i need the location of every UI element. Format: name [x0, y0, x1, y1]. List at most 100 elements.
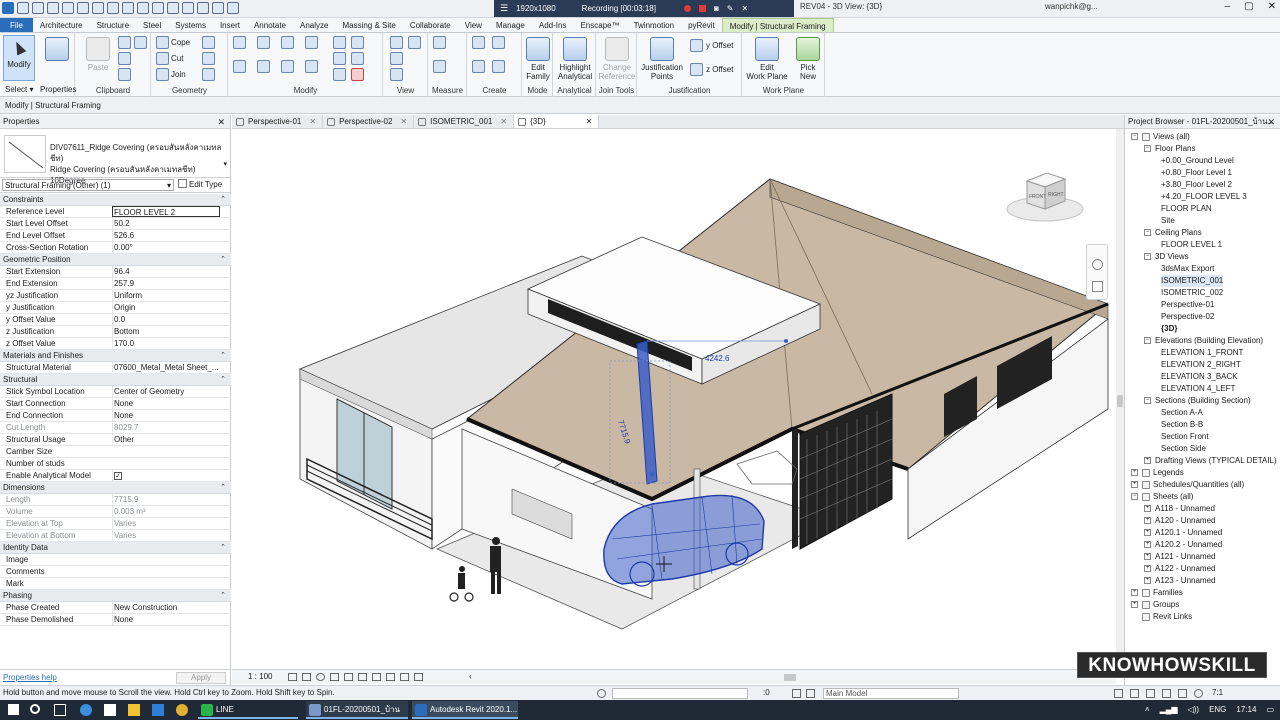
task-view-icon[interactable]: [54, 704, 66, 716]
store-icon[interactable]: [104, 704, 116, 716]
pause-record-icon[interactable]: [683, 5, 691, 12]
zoom-icon[interactable]: [1092, 281, 1103, 292]
property-value[interactable]: None: [112, 410, 220, 421]
join-geometry-icon[interactable]: [156, 68, 169, 81]
property-value[interactable]: 07600_Metal_Metal Sheet_...: [112, 362, 220, 373]
property-value[interactable]: 170.0: [112, 338, 220, 349]
collapse-icon[interactable]: ⌃: [220, 374, 226, 386]
tab-twinmotion[interactable]: Twinmotion: [627, 18, 681, 32]
tab-manage[interactable]: Manage: [489, 18, 532, 32]
tab-massing-site[interactable]: Massing & Site: [335, 18, 402, 32]
close-hidden-windows-icon[interactable]: [212, 2, 224, 14]
match-type-icon[interactable]: [118, 52, 131, 65]
browser-node-elevation-1-front[interactable]: ELEVATION 1_FRONT: [1125, 347, 1280, 359]
override-graphics-icon[interactable]: [408, 36, 421, 49]
browser-node-section-a-a[interactable]: Section A-A: [1125, 407, 1280, 419]
close-properties-icon[interactable]: ✕: [217, 115, 225, 129]
tab-file[interactable]: File: [0, 18, 33, 32]
sync-icon[interactable]: [47, 2, 59, 14]
pin-icon[interactable]: [351, 52, 364, 65]
print-icon[interactable]: [92, 2, 104, 14]
expand-node-icon[interactable]: +: [1144, 541, 1151, 548]
crop-view-icon[interactable]: [358, 673, 367, 681]
browser-node-perspective-02[interactable]: Perspective-02: [1125, 311, 1280, 323]
collapse-node-icon[interactable]: −: [1144, 337, 1151, 344]
tab-insert[interactable]: Insert: [213, 18, 247, 32]
browser-node-views-all[interactable]: − Views (all): [1125, 131, 1280, 143]
paint-icon[interactable]: [118, 68, 131, 81]
offset-icon[interactable]: [257, 36, 270, 49]
type-selector[interactable]: DIV07611_Ridge Covering (ครอบสันหลังคาเม…: [0, 130, 231, 185]
browser-node-elevation-3-back[interactable]: ELEVATION 3_BACK: [1125, 371, 1280, 383]
tab-view[interactable]: View: [458, 18, 489, 32]
select-pinned-icon[interactable]: [1146, 689, 1155, 698]
cut-icon[interactable]: [118, 36, 131, 49]
select-box-icon[interactable]: [390, 68, 403, 81]
create-similar-icon[interactable]: [492, 60, 505, 73]
cope-icon[interactable]: [156, 36, 169, 49]
property-group-geometric-position[interactable]: Geometric Position ⌃: [0, 254, 231, 266]
measure-icon[interactable]: [107, 2, 119, 14]
tab-pyrevit[interactable]: pyRevit: [681, 18, 722, 32]
select-dropdown[interactable]: Select ▾: [5, 85, 33, 94]
view-tab-perspective-01[interactable]: Perspective-01 ✕: [232, 115, 324, 128]
browser-node-3d-views[interactable]: −3D Views: [1125, 251, 1280, 263]
render-icon[interactable]: [344, 673, 353, 681]
volume-icon[interactable]: ◁)): [1188, 700, 1199, 720]
switch-windows-icon[interactable]: [227, 2, 239, 14]
select-by-face-icon[interactable]: [1162, 689, 1171, 698]
tab-enscape[interactable]: Enscape™: [573, 18, 626, 32]
browser-node-elevation-4-left[interactable]: ELEVATION 4_LEFT: [1125, 383, 1280, 395]
browser-node-a121-unnamed[interactable]: + A121 - Unnamed: [1125, 551, 1280, 563]
view-cube-front[interactable]: FRONT: [1029, 194, 1046, 200]
windows-start-icon[interactable]: [8, 704, 19, 715]
property-value[interactable]: None: [112, 398, 220, 409]
menu-icon[interactable]: ☰: [500, 3, 508, 14]
edge-icon[interactable]: [80, 704, 92, 716]
browser-node-schedules-quantities-all[interactable]: + Schedules/Quantities (all): [1125, 479, 1280, 491]
sun-path-icon[interactable]: [316, 673, 325, 681]
properties-help-link[interactable]: Properties help: [3, 673, 57, 682]
property-group-materials-and-finishes[interactable]: Materials and Finishes ⌃: [0, 350, 231, 362]
worksets-icon[interactable]: [597, 689, 606, 698]
property-group-identity-data[interactable]: Identity Data ⌃: [0, 542, 231, 554]
browser-node-ceiling-plans[interactable]: − Ceiling Plans: [1125, 227, 1280, 239]
view-cube-right[interactable]: RIGHT: [1048, 192, 1064, 198]
scale-icon[interactable]: [333, 52, 346, 65]
scroll-left-icon[interactable]: ‹: [469, 670, 472, 684]
close-recorder-icon[interactable]: ✕: [742, 4, 749, 13]
expand-node-icon[interactable]: +: [1144, 565, 1151, 572]
move-icon[interactable]: [233, 60, 246, 73]
edit-type-button[interactable]: Edit Type: [178, 179, 222, 191]
expand-node-icon[interactable]: +: [1131, 601, 1138, 608]
view-tab-isometric-001[interactable]: ISOMETRIC_001 ✕: [414, 115, 515, 128]
camera-icon[interactable]: ◙: [714, 4, 719, 13]
browser-node-3-80-floor-level-2[interactable]: +3.80_Floor Level 2: [1125, 179, 1280, 191]
property-value[interactable]: ✓: [112, 470, 220, 481]
browser-node-section-side[interactable]: Section Side: [1125, 443, 1280, 455]
input-language[interactable]: ENG: [1209, 700, 1226, 720]
property-value[interactable]: 0.0: [112, 314, 220, 325]
draw-icon[interactable]: ✎: [727, 4, 734, 13]
view-tab-perspective-02[interactable]: Perspective-02 ✕: [323, 115, 415, 128]
browser-node-floor-level-1[interactable]: FLOOR LEVEL 1: [1125, 239, 1280, 251]
text-icon[interactable]: [152, 2, 164, 14]
expand-node-icon[interactable]: +: [1144, 553, 1151, 560]
tab-architecture[interactable]: Architecture: [33, 18, 90, 32]
analytical-model-checkbox[interactable]: ✓: [114, 472, 122, 480]
property-value[interactable]: Uniform: [112, 290, 220, 301]
array-icon[interactable]: [351, 36, 364, 49]
hscroll-thumb[interactable]: [784, 674, 796, 681]
close-view-icon[interactable]: ✕: [309, 117, 316, 126]
expand-node-icon[interactable]: +: [1131, 589, 1138, 596]
browser-node-sections-building-section[interactable]: − Sections (Building Section): [1125, 395, 1280, 407]
collapse-icon[interactable]: ⌃: [220, 482, 226, 494]
search-icon[interactable]: [30, 704, 40, 714]
collapse-node-icon[interactable]: −: [1144, 397, 1151, 404]
undo-icon[interactable]: [62, 2, 74, 14]
expand-node-icon[interactable]: +: [1144, 529, 1151, 536]
reveal-hidden-icon[interactable]: [400, 673, 409, 681]
property-group-structural[interactable]: Structural ⌃: [0, 374, 231, 386]
properties-header[interactable]: Properties ✕: [0, 115, 230, 129]
close-view-icon[interactable]: ✕: [586, 117, 593, 126]
